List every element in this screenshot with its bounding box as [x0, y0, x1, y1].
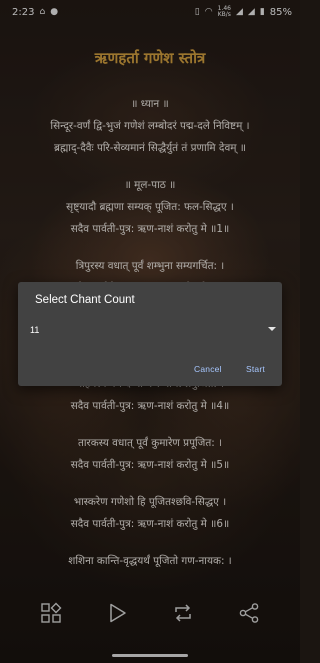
- chant-count-select[interactable]: 11: [30, 320, 276, 342]
- dialog-title: Select Chant Count: [35, 294, 135, 306]
- chant-count-dialog: Select Chant Count 11 Cancel Start: [18, 282, 282, 386]
- cancel-button[interactable]: Cancel: [194, 364, 222, 374]
- start-button[interactable]: Start: [246, 364, 265, 374]
- dropdown-arrow-icon: [268, 327, 276, 331]
- chant-count-value: 11: [30, 325, 40, 335]
